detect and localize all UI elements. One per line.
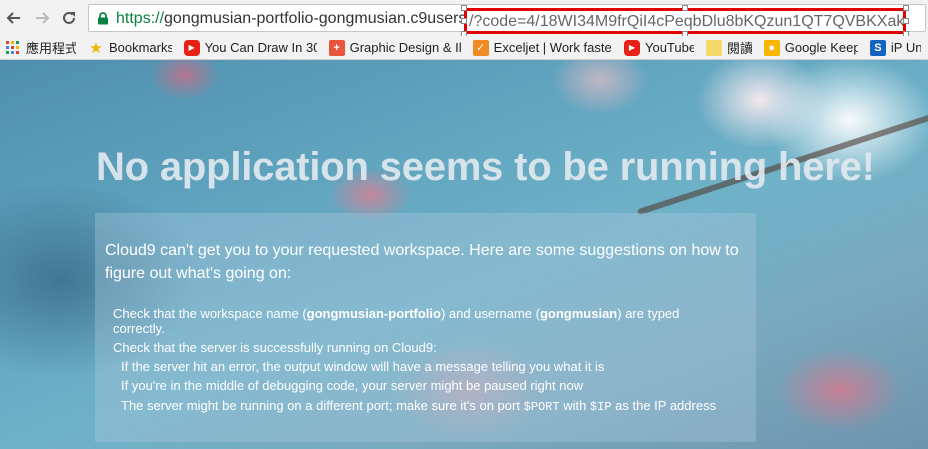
url-domain: gongmusian-portfolio-gongmusian.c9users.… — [164, 10, 484, 27]
url-scheme: https:// — [116, 10, 165, 27]
folder-icon — [706, 39, 723, 56]
bookmark-ip[interactable]: S iP Un — [865, 37, 928, 59]
bookmark-folder-reading[interactable]: 閱讀 — [701, 37, 759, 59]
reload-icon — [63, 11, 75, 24]
plus-box-icon: + — [328, 39, 345, 56]
bookmark-exceljet[interactable]: ✓ Exceljet | Work faster — [468, 37, 619, 59]
selection-handle[interactable] — [682, 5, 688, 11]
bookmark-label: Graphic Design & Ill — [349, 40, 461, 55]
bookmark-label: Exceljet | Work faster — [493, 40, 612, 55]
check1-text: Check that the workspace name ( — [113, 306, 307, 321]
port-text: The server might be running on a differe… — [121, 398, 524, 413]
suggestions-panel: Cloud9 can't get you to your requested w… — [95, 213, 756, 442]
check1-text: ) and username ( — [440, 306, 540, 321]
youtube-icon: ▶ — [183, 39, 200, 56]
bookmark-label: 應用程式 — [26, 41, 76, 56]
port-text: with — [559, 398, 590, 413]
bookmark-graphic-design[interactable]: + Graphic Design & Ill — [324, 37, 468, 59]
page-title: No application seems to be running here! — [96, 145, 875, 189]
back-button[interactable] — [2, 6, 26, 30]
intro-text: Cloud9 can't get you to your requested w… — [105, 242, 739, 282]
bookmark-label: Bookmarks — [108, 40, 172, 55]
ip-variable: $IP — [589, 400, 612, 414]
selection-handle[interactable] — [903, 5, 909, 11]
suggestion-port: The server might be running on a differe… — [121, 398, 716, 415]
bookmark-bookmarks[interactable]: ★ Bookmarks — [83, 37, 179, 59]
reload-button[interactable] — [57, 6, 81, 30]
apps-grid-icon — [5, 40, 21, 56]
back-arrow-icon — [6, 12, 20, 24]
browser-window: https://gongmusian-portfolio-gongmusian.… — [0, 0, 928, 449]
bookmark-label: You Can Draw In 30 — [204, 40, 317, 55]
bookmark-youtube[interactable]: ▶ YouTube — [619, 37, 701, 59]
suggestion-error: If the server hit an error, the output w… — [121, 359, 605, 374]
exceljet-icon: ✓ — [472, 39, 489, 56]
keep-icon: ● — [763, 39, 780, 56]
forward-arrow-icon — [36, 12, 50, 24]
check-workspace-line-cont: correctly. — [113, 321, 165, 336]
selection-handle[interactable] — [461, 18, 467, 24]
browser-toolbar: https://gongmusian-portfolio-gongmusian.… — [0, 0, 928, 37]
url-query: /?code=4/18WI34M9frQiI4cPeqbDlu8bKQzun1Q… — [469, 13, 906, 30]
bookmark-label: Google Keep — [784, 40, 858, 55]
bookmark-google-keep[interactable]: ● Google Keep — [759, 37, 865, 59]
port-variable: $PORT — [523, 400, 560, 414]
forward-button[interactable] — [30, 6, 54, 30]
port-text: as the IP address — [611, 398, 717, 413]
bookmark-label: 閱讀 — [727, 41, 752, 56]
bookmark-label: iP Un — [890, 40, 921, 55]
selection-handle[interactable] — [903, 18, 909, 24]
star-icon: ★ — [89, 39, 103, 57]
bookmark-label: YouTube — [644, 40, 695, 55]
suggestion-debugging: If you're in the middle of debugging cod… — [121, 378, 584, 393]
page-viewport: No application seems to be running here!… — [0, 60, 928, 449]
check-workspace-line: Check that the workspace name (gongmusia… — [113, 306, 679, 321]
ip-icon: S — [869, 39, 886, 56]
youtube-icon: ▶ — [623, 39, 640, 56]
check-server-line: Check that the server is successfully ru… — [113, 340, 437, 355]
lock-icon — [98, 12, 108, 25]
workspace-name: gongmusian-portfolio — [306, 306, 441, 321]
bookmarks-bar: 應用程式 ★ Bookmarks ▶ You Can Draw In 30 + … — [0, 36, 928, 60]
check1-text: ) are typed — [617, 306, 680, 321]
bookmark-you-can-draw[interactable]: ▶ You Can Draw In 30 — [179, 37, 324, 59]
selection-handle[interactable] — [461, 5, 467, 11]
username: gongmusian — [539, 306, 618, 321]
bookmark-apps[interactable]: 應用程式 — [0, 37, 83, 59]
